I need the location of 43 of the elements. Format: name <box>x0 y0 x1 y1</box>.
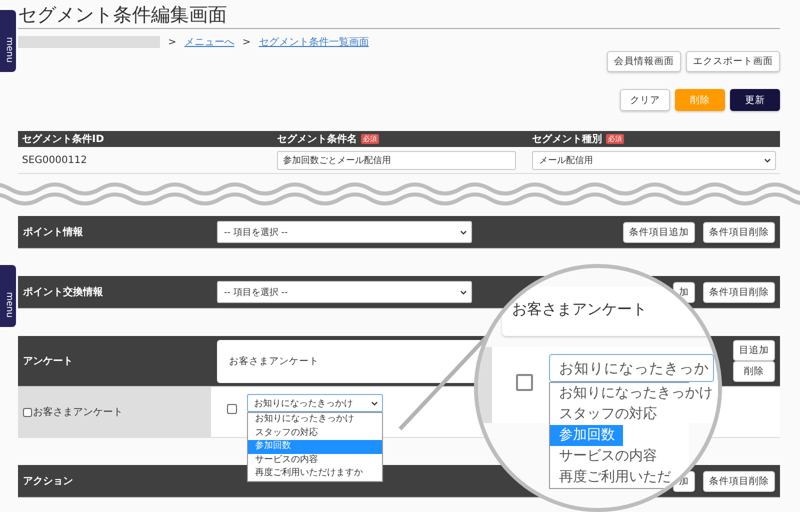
section-title: ポイント情報 <box>23 226 84 239</box>
nav-button[interactable]: 会員情報画面 <box>607 51 681 72</box>
menu-tab[interactable]: menu <box>0 265 16 327</box>
item-select[interactable]: -- 項目を選択 -- <box>217 221 472 243</box>
item-select[interactable]: -- 項目を選択 -- <box>217 281 472 303</box>
question-select[interactable]: お知りになったきっかけ <box>247 394 383 412</box>
dropdown-option[interactable]: お知りになったきっかけ <box>248 413 382 426</box>
breadcrumb-separator: > <box>242 36 251 48</box>
section-title: アクション <box>23 475 74 488</box>
add-condition-button[interactable]: 目追加 <box>733 340 775 361</box>
section-title: ポイント交換情報 <box>23 285 104 299</box>
checkbox[interactable] <box>23 408 32 416</box>
chevron-down-icon <box>371 400 378 406</box>
checkbox[interactable] <box>227 404 237 414</box>
type-select[interactable]: メール配信用 <box>532 150 776 170</box>
chevron-down-icon <box>460 290 467 294</box>
remove-condition-button[interactable]: 条件項目削除 <box>703 282 775 302</box>
page-title: セグメント条件編集画面 <box>18 0 780 29</box>
breadcrumb-link[interactable]: セグメント条件一覧画面 <box>258 35 369 49</box>
menu-tab[interactable]: menu <box>0 10 16 72</box>
add-condition-button[interactable]: 条件項目追加 <box>623 222 695 242</box>
nav-button[interactable]: エクスポート画面 <box>686 51 780 72</box>
dropdown-option[interactable]: スタッフの対応 <box>248 426 382 440</box>
column-header: セグメント種別 <box>532 132 602 146</box>
table-cell: SEG0000112 <box>22 154 87 166</box>
dropdown-option[interactable]: サービスの内容 <box>248 454 382 467</box>
remove-condition-button[interactable]: 削除 <box>733 361 775 382</box>
question-label: お客さまアンケート <box>33 406 123 419</box>
remove-condition-button[interactable]: 条件項目削除 <box>703 222 775 242</box>
breadcrumb-link[interactable]: メニューへ <box>184 35 234 49</box>
clear-button[interactable]: クリア <box>620 89 670 111</box>
checkbox[interactable] <box>516 374 533 391</box>
name-input-field[interactable]: 参加回数ごとメール配信用 <box>277 150 516 170</box>
update-button[interactable]: 更新 <box>730 89 780 111</box>
column-header: セグメント条件名 <box>277 132 357 146</box>
chevron-down-icon <box>460 230 467 234</box>
breadcrumb-separator: > <box>168 36 176 48</box>
question-select[interactable]: お知りになったきっか <box>549 354 714 382</box>
remove-condition-button[interactable]: 条件項目削除 <box>703 470 775 492</box>
chevron-down-icon <box>764 158 771 162</box>
column-header: セグメント条件ID <box>22 132 104 146</box>
section-title: アンケート <box>23 355 74 368</box>
dropdown-option[interactable]: 再度ご利用いただけますか <box>248 467 382 480</box>
